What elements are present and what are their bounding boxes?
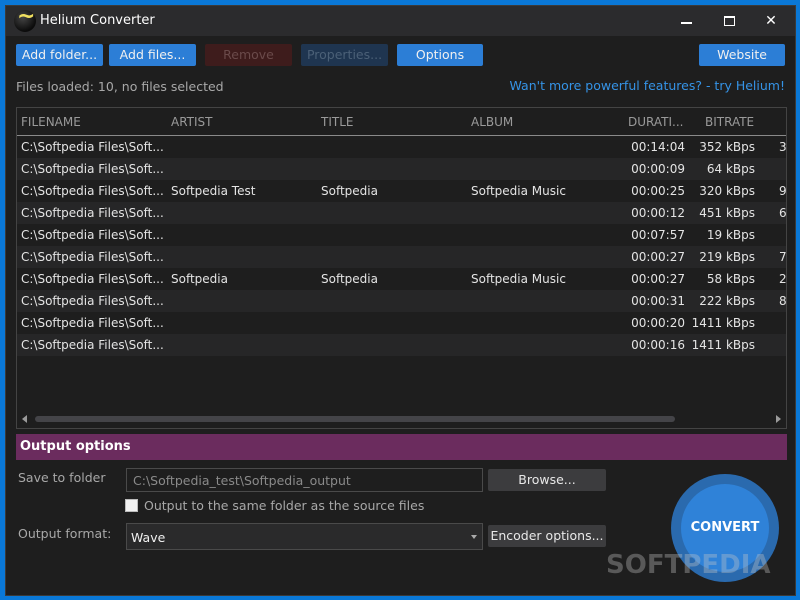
output-options-header: Output options <box>16 434 787 460</box>
close-icon: ✕ <box>765 13 777 29</box>
cell-filename: C:\Softpedia Files\Soft... <box>21 228 164 242</box>
cell-duration: 00:00:27 <box>631 250 685 264</box>
same-folder-label[interactable]: Output to the same folder as the source … <box>144 498 424 513</box>
column-header-filename[interactable]: FILENAME <box>21 115 81 129</box>
cell-filename: C:\Softpedia Files\Soft... <box>21 316 164 330</box>
cell-filename: C:\Softpedia Files\Soft... <box>21 294 164 308</box>
same-folder-checkbox[interactable] <box>125 499 138 512</box>
minimize-button[interactable] <box>666 6 706 36</box>
cell-bitrate: 1411 kBps <box>691 316 755 330</box>
save-folder-input[interactable]: C:\Softpedia_test\Softpedia_output <box>126 468 483 492</box>
table-row[interactable]: C:\Softpedia Files\Soft... 00:00:20 1411 k… <box>17 312 786 334</box>
website-button[interactable]: Website <box>699 44 785 66</box>
maximize-icon <box>723 16 735 26</box>
convert-button[interactable]: CONVERT <box>681 484 769 572</box>
files-loaded-status: Files loaded: 10, no files selected <box>16 79 224 94</box>
table-row[interactable]: C:\Softpedia Files\Soft... 00:00:31 222 kB… <box>17 290 786 312</box>
cell-duration: 00:00:20 <box>631 316 685 330</box>
chevron-down-icon <box>471 535 477 539</box>
output-format-label: Output format: <box>18 526 112 541</box>
column-header-artist[interactable]: ARTIST <box>171 115 213 129</box>
cell-title: Softpedia <box>321 272 378 286</box>
output-format-value: Wave <box>131 530 166 545</box>
helium-promo-link[interactable]: Wan't more powerful features? - try Heli… <box>509 78 785 93</box>
cell-duration: 00:00:12 <box>631 206 685 220</box>
maximize-button[interactable] <box>709 6 749 36</box>
cell-extra: 6 <box>779 206 787 220</box>
cell-duration: 00:00:25 <box>631 184 685 198</box>
cell-filename: C:\Softpedia Files\Soft... <box>21 140 164 154</box>
column-header-duration[interactable]: DURATI... <box>628 115 683 129</box>
table-row[interactable]: C:\Softpedia Files\Soft... 00:00:09 64 kBp… <box>17 158 786 180</box>
table-row[interactable]: C:\Softpedia Files\Soft... 00:00:27 219 kB… <box>17 246 786 268</box>
cell-album: Softpedia Music <box>471 272 566 286</box>
table-row[interactable]: C:\Softpedia Files\Soft... Softpedia Softp… <box>17 268 786 290</box>
cell-filename: C:\Softpedia Files\Soft... <box>21 206 164 220</box>
save-to-folder-label: Save to folder <box>18 470 106 485</box>
cell-duration: 00:00:31 <box>631 294 685 308</box>
cell-extra: 7 <box>779 250 787 264</box>
cell-filename: C:\Softpedia Files\Soft... <box>21 250 164 264</box>
scroll-left-icon[interactable] <box>22 415 27 423</box>
cell-extra: 3 <box>779 140 787 154</box>
close-button[interactable]: ✕ <box>751 6 791 36</box>
table-row[interactable]: C:\Softpedia Files\Soft... 00:07:57 19 kBp… <box>17 224 786 246</box>
cell-album: Softpedia Music <box>471 184 566 198</box>
cell-title: Softpedia <box>321 184 378 198</box>
cell-duration: 00:14:04 <box>631 140 685 154</box>
scroll-right-icon[interactable] <box>776 415 781 423</box>
encoder-options-button[interactable]: Encoder options... <box>488 525 606 547</box>
cell-bitrate: 222 kBps <box>699 294 755 308</box>
cell-bitrate: 320 kBps <box>699 184 755 198</box>
scrollbar-thumb[interactable] <box>35 416 675 422</box>
horizontal-scrollbar[interactable] <box>17 410 786 428</box>
minimize-icon <box>680 22 692 24</box>
cell-bitrate: 451 kBps <box>699 206 755 220</box>
file-table: FILENAME ARTIST TITLE ALBUM DURATI... BI… <box>16 107 787 429</box>
cell-extra: 9 <box>779 184 787 198</box>
app-window: Helium Converter ✕ Add folder... Add fil… <box>5 4 796 596</box>
cell-bitrate: 19 kBps <box>706 228 755 242</box>
cell-bitrate: 352 kBps <box>699 140 755 154</box>
cell-extra: 8 <box>779 294 787 308</box>
table-row[interactable]: C:\Softpedia Files\Soft... 00:00:16 1411 k… <box>17 334 786 356</box>
cell-bitrate: 64 kBps <box>706 162 755 176</box>
table-row[interactable]: C:\Softpedia Files\Soft... Softpedia Test… <box>17 180 786 202</box>
helium-app-icon <box>14 4 36 32</box>
cell-bitrate: 219 kBps <box>699 250 755 264</box>
cell-filename: C:\Softpedia Files\Soft... <box>21 338 164 352</box>
cell-filename: C:\Softpedia Files\Soft... <box>21 184 164 198</box>
table-body: C:\Softpedia Files\Soft... 00:14:04 352 kB… <box>17 136 786 356</box>
table-row[interactable]: C:\Softpedia Files\Soft... 00:00:12 451 kB… <box>17 202 786 224</box>
options-button[interactable]: Options <box>397 44 483 66</box>
column-header-album[interactable]: ALBUM <box>471 115 513 129</box>
cell-duration: 00:00:27 <box>631 272 685 286</box>
output-format-select[interactable]: Wave <box>126 523 483 550</box>
cell-artist: Softpedia <box>171 272 228 286</box>
window-title: Helium Converter <box>40 13 155 28</box>
column-header-title[interactable]: TITLE <box>321 115 353 129</box>
table-row[interactable]: C:\Softpedia Files\Soft... 00:14:04 352 kB… <box>17 136 786 158</box>
cell-bitrate: 58 kBps <box>706 272 755 286</box>
cell-filename: C:\Softpedia Files\Soft... <box>21 272 164 286</box>
cell-duration: 00:07:57 <box>631 228 685 242</box>
title-bar[interactable]: Helium Converter ✕ <box>6 4 795 36</box>
cell-filename: C:\Softpedia Files\Soft... <box>21 162 164 176</box>
column-header-bitrate[interactable]: BITRATE <box>705 115 754 129</box>
cell-artist: Softpedia Test <box>171 184 256 198</box>
cell-bitrate: 1411 kBps <box>691 338 755 352</box>
cell-duration: 00:00:16 <box>631 338 685 352</box>
add-files-button[interactable]: Add files... <box>109 44 196 66</box>
cell-duration: 00:00:09 <box>631 162 685 176</box>
properties-button[interactable]: Properties... <box>301 44 388 66</box>
remove-button[interactable]: Remove <box>205 44 292 66</box>
browse-button[interactable]: Browse... <box>488 469 606 491</box>
table-header: FILENAME ARTIST TITLE ALBUM DURATI... BI… <box>17 108 786 136</box>
add-folder-button[interactable]: Add folder... <box>16 44 103 66</box>
cell-extra: 2 <box>779 272 787 286</box>
